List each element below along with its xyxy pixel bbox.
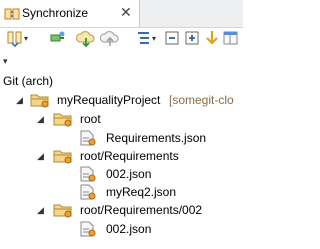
file-name: Requirements.json (106, 131, 207, 145)
layout-icon[interactable] (222, 29, 240, 49)
expanded-twisty-icon[interactable]: ◢ (37, 201, 44, 219)
file-name: 002.json (106, 222, 152, 236)
expanded-twisty-icon[interactable]: ◢ (37, 147, 44, 165)
tree-item-file[interactable]: 002.json (0, 220, 243, 238)
folder-name: root (80, 112, 101, 126)
tree-item-file[interactable]: Requirements.json (0, 129, 243, 147)
tree-item-file[interactable]: myReq2.json (0, 183, 243, 201)
expand-all-icon[interactable] (184, 29, 200, 49)
expanded-twisty-icon[interactable]: ◢ (16, 91, 23, 109)
commit-icon[interactable] (100, 29, 120, 49)
synchronize-icon[interactable] (6, 29, 24, 49)
folder-name: root/Requirements (80, 149, 179, 163)
file-name: 002.json (106, 167, 152, 181)
mode-icon[interactable] (136, 29, 152, 49)
toolbar: ▾ ▾ (0, 29, 243, 51)
tree-item-project[interactable]: ◢ myRequalityProject [somegit-clo (0, 91, 243, 109)
mode-dropdown-chevron-icon[interactable]: ▾ (152, 34, 156, 54)
file-icon (79, 221, 97, 242)
tree-item-folder[interactable]: ◢ root/Requirements/002 (0, 201, 243, 219)
view-tab-bar: Synchronize ✕ (0, 0, 243, 28)
tree-item-folder[interactable]: ◢ root (0, 110, 243, 128)
project-repo: [somegit-clo (169, 93, 234, 107)
file-name: myReq2.json (106, 185, 177, 199)
synchronize-dropdown-chevron-icon[interactable]: ▾ (24, 34, 28, 54)
tree-item-file[interactable]: 002.json (0, 165, 243, 183)
repository-label: Git (arch) (3, 74, 54, 88)
folder-name: root/Requirements/002 (80, 203, 203, 217)
collapse-all-icon[interactable] (164, 29, 180, 49)
tree-item-folder[interactable]: ◢ root/Requirements (0, 147, 243, 165)
tab-synchronize[interactable]: Synchronize ✕ (0, 0, 140, 27)
view-menu-chevron-icon[interactable]: ▾ (3, 56, 8, 67)
synchronize-view-icon (4, 6, 20, 25)
update-icon[interactable] (76, 29, 96, 49)
project-name: myRequalityProject (57, 93, 161, 107)
close-icon[interactable]: ✕ (120, 4, 132, 20)
pin-icon[interactable] (48, 29, 66, 49)
expanded-twisty-icon[interactable]: ◢ (37, 110, 44, 128)
next-difference-icon[interactable] (204, 29, 220, 49)
tab-title: Synchronize (22, 6, 89, 20)
